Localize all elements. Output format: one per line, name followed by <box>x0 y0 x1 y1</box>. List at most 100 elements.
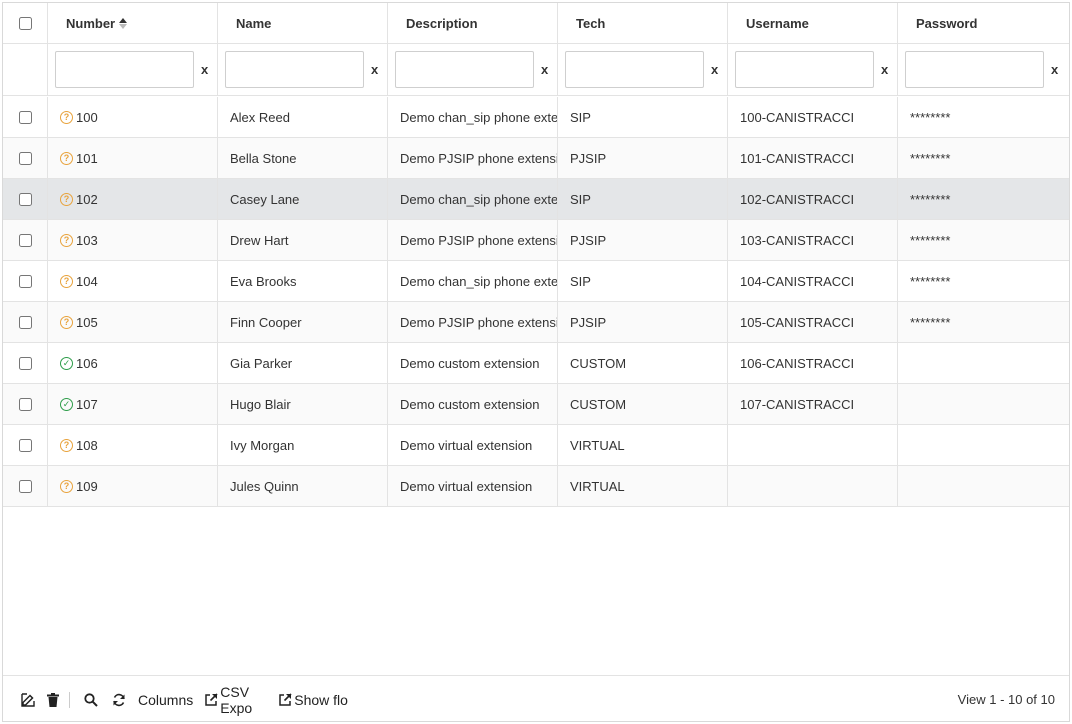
table-row[interactable]: ?100 Alex Reed Demo chan_sip phone extensi… <box>3 97 1069 138</box>
extension-description: Demo PJSIP phone extension <box>400 150 558 166</box>
table-row[interactable]: ? 109 Jules Quinn Demo virtual extension VIR… <box>3 466 1069 507</box>
external-link-icon <box>205 693 218 706</box>
search-button[interactable] <box>84 676 98 721</box>
toolbar-separator <box>69 691 70 708</box>
extension-number: 103 <box>76 232 98 248</box>
header-select-all-cell <box>3 3 48 43</box>
search-icon <box>84 692 98 707</box>
extension-name-cell: Ivy Morgan <box>218 425 388 465</box>
column-header-username[interactable]: Username <box>728 3 898 43</box>
row-select-cell <box>3 261 48 301</box>
row-checkbox[interactable] <box>18 356 32 370</box>
filter-description-clear[interactable]: x <box>541 62 548 77</box>
table-row[interactable]: ✓ 107 Hugo Blair Demo custom extension CUSTO… <box>3 384 1069 425</box>
table-row[interactable]: ✓ 106 Gia Parker Demo custom extension CUSTO… <box>3 343 1069 384</box>
extension-description: Demo virtual extension <box>400 478 533 494</box>
extension-password-cell <box>898 466 1069 506</box>
filter-name-clear[interactable]: x <box>371 62 378 77</box>
extension-description: Demo PJSIP phone extension <box>400 232 558 248</box>
filter-username-cell: x <box>728 44 898 95</box>
row-checkbox[interactable] <box>18 274 32 288</box>
table-row[interactable]: ?102 Casey Lane Demo chan_sip phone extens… <box>3 179 1069 220</box>
row-select-cell <box>3 179 48 219</box>
extension-number: 105 <box>76 314 98 330</box>
extension-number: 101 <box>76 150 98 166</box>
extension-description: Demo custom extension <box>400 355 540 371</box>
delete-button[interactable] <box>47 676 59 721</box>
filter-description-input[interactable] <box>395 51 534 88</box>
columns-button[interactable]: Columns <box>138 676 193 721</box>
csv-export-button[interactable]: CSV Expo <box>205 676 273 721</box>
filter-name-input[interactable] <box>225 51 364 88</box>
extension-description: Demo custom extension <box>400 396 540 412</box>
number-cell: ? 103 <box>48 220 218 260</box>
extension-name: Bella Stone <box>230 150 297 166</box>
column-header-number[interactable]: Number <box>48 3 218 43</box>
column-header-description[interactable]: Description <box>388 3 558 43</box>
extension-password-cell: ******** <box>898 97 1069 137</box>
sort-ascending-icon[interactable] <box>119 17 128 29</box>
pager-info: View 1 - 10 of 10 <box>957 692 1055 707</box>
extension-tech-cell: PJSIP <box>558 138 728 178</box>
filter-username-input[interactable] <box>735 51 874 88</box>
row-select-cell <box>3 138 48 178</box>
extension-tech: SIP <box>570 273 591 289</box>
row-checkbox[interactable] <box>18 438 32 452</box>
row-checkbox[interactable] <box>18 397 32 411</box>
extension-username: 105-CANISTRACCI <box>740 314 855 330</box>
row-checkbox[interactable] <box>18 192 32 206</box>
filter-number-input[interactable] <box>55 51 194 88</box>
table-row[interactable]: ? 103 Drew Hart Demo PJSIP phone extension P… <box>3 220 1069 261</box>
check-circle-icon: ✓ <box>60 397 73 411</box>
filter-tech-clear[interactable]: x <box>711 62 718 77</box>
show-float-button[interactable]: Show flo <box>279 676 349 721</box>
extension-username-cell: 103-CANISTRACCI <box>728 220 898 260</box>
table-row[interactable]: ? 108 Ivy Morgan Demo virtual extension VIRT… <box>3 425 1069 466</box>
extension-password-cell <box>898 384 1069 424</box>
column-header-password[interactable]: Password <box>898 3 1069 43</box>
row-checkbox[interactable] <box>18 315 32 329</box>
column-header-tech[interactable]: Tech <box>558 3 728 43</box>
extension-name-cell: Gia Parker <box>218 343 388 383</box>
row-checkbox[interactable] <box>18 110 32 124</box>
column-header-name[interactable]: Name <box>218 3 388 43</box>
filter-password-clear[interactable]: x <box>1051 62 1058 77</box>
filter-description-cell: x <box>388 44 558 95</box>
extension-description-cell: Demo PJSIP phone extension <box>388 138 558 178</box>
extension-description-cell: Demo PJSIP phone extension <box>388 302 558 342</box>
number-cell: ✓ 106 <box>48 343 218 383</box>
extension-number: 100 <box>76 109 98 125</box>
extension-name-cell: Jules Quinn <box>218 466 388 506</box>
refresh-button[interactable] <box>112 676 126 721</box>
filter-password-input[interactable] <box>905 51 1044 88</box>
row-select-cell <box>3 343 48 383</box>
filter-username-clear[interactable]: x <box>881 62 888 77</box>
filter-number-clear[interactable]: x <box>201 62 208 77</box>
question-circle-icon: ? <box>60 151 73 165</box>
row-select-cell <box>3 466 48 506</box>
extension-username-cell: 104-CANISTRACCI <box>728 261 898 301</box>
table-row[interactable]: ?104 Eva Brooks Demo chan_sip phone extens… <box>3 261 1069 302</box>
extension-name-cell: Eva Brooks <box>218 261 388 301</box>
row-checkbox[interactable] <box>18 233 32 247</box>
extension-name: Ivy Morgan <box>230 437 295 453</box>
select-all-checkbox[interactable] <box>18 16 32 30</box>
extension-password: ******** <box>910 150 951 166</box>
row-checkbox[interactable] <box>18 479 32 493</box>
edit-button[interactable] <box>21 676 35 721</box>
extension-description: Demo chan_sip phone extension <box>400 191 558 207</box>
number-cell: ✓ 107 <box>48 384 218 424</box>
extension-description: Demo PJSIP phone extension <box>400 314 558 330</box>
extension-tech: PJSIP <box>570 232 607 248</box>
extension-tech-cell: PJSIP <box>558 220 728 260</box>
extension-username-cell: 106-CANISTRACCI <box>728 343 898 383</box>
table-row[interactable]: ? 101 Bella Stone Demo PJSIP phone extensio… <box>3 138 1069 179</box>
row-checkbox[interactable] <box>18 151 32 165</box>
table-row[interactable]: ? 105 Finn Cooper Demo PJSIP phone extensio… <box>3 302 1069 343</box>
filter-tech-input[interactable] <box>565 51 704 88</box>
question-circle-icon: ? <box>60 274 73 288</box>
question-circle-icon: ? <box>60 438 73 452</box>
header-row: Number Name Description Tech Username Pa… <box>3 3 1069 44</box>
check-circle-icon: ✓ <box>60 356 73 370</box>
extension-tech: CUSTOM <box>570 396 627 412</box>
